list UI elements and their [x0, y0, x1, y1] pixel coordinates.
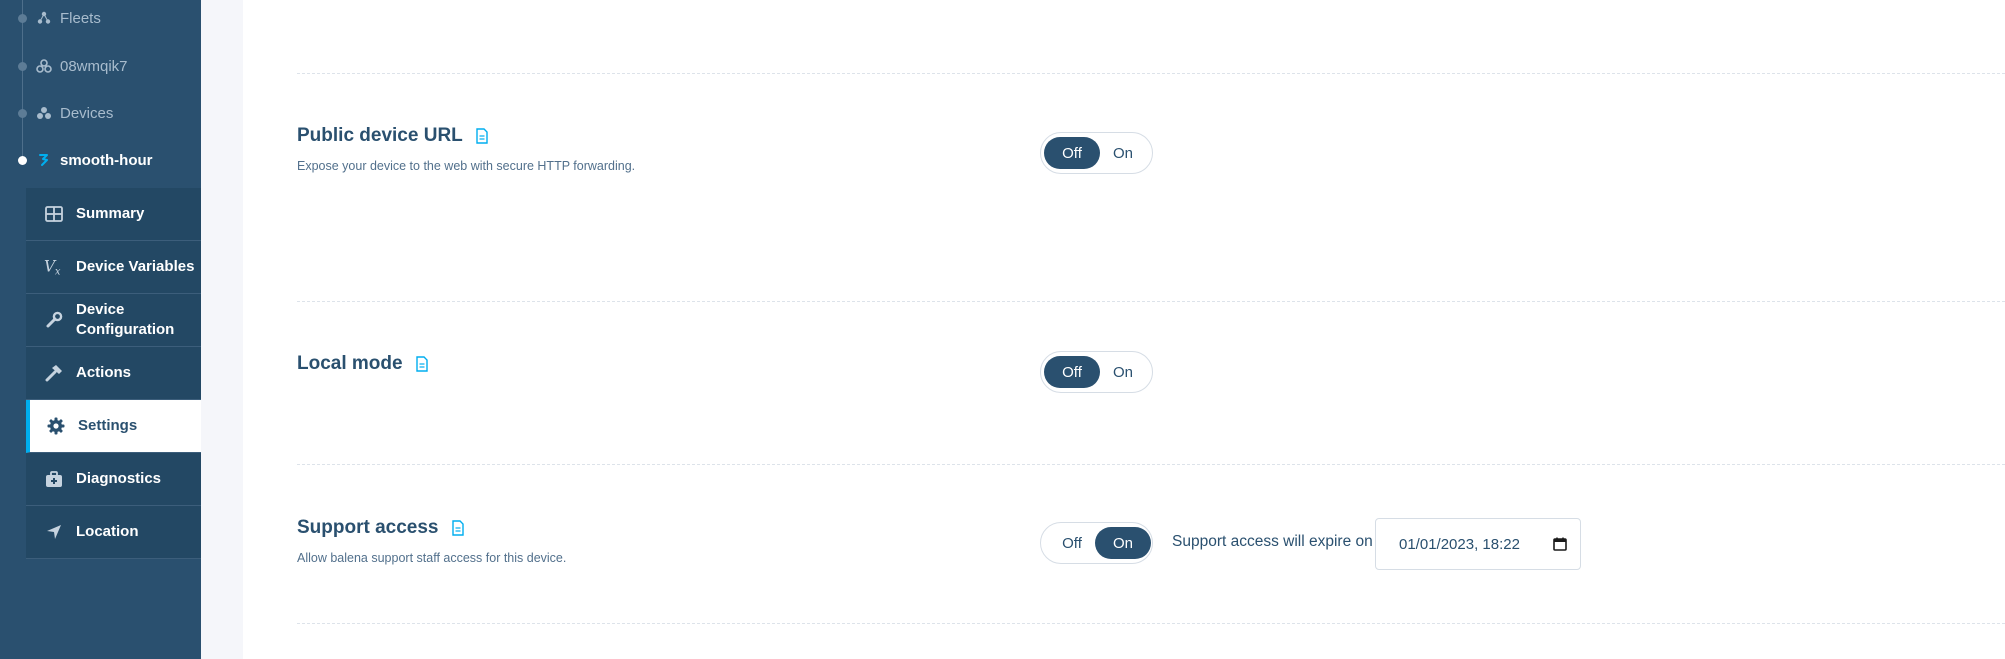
section-divider — [297, 464, 2005, 465]
breadcrumb-label: smooth-hour — [60, 151, 153, 169]
section-divider — [297, 73, 2005, 74]
breadcrumb-dot-active — [18, 155, 27, 165]
hammer-icon — [44, 363, 64, 383]
support-access-toggle[interactable]: Off On — [1040, 522, 1153, 564]
toggle-off-option[interactable]: Off — [1044, 356, 1100, 388]
local-mode-toggle[interactable]: Off On — [1040, 351, 1153, 393]
support-access-description: Allow balena support staff access for th… — [297, 551, 567, 565]
breadcrumb-label: Fleets — [60, 9, 101, 27]
breadcrumb-dot — [18, 108, 27, 118]
nav-item-label: Actions — [76, 364, 132, 381]
sidebar: Fleets 08wmqik7 Devices smooth-hour Summ… — [0, 0, 201, 659]
gear-icon — [46, 416, 66, 436]
nav-item-device-variables[interactable]: Vx Device Variables — [26, 241, 201, 294]
nav-item-actions[interactable]: Actions — [26, 347, 201, 400]
variables-icon: Vx — [44, 257, 64, 277]
calendar-icon[interactable] — [1553, 537, 1567, 551]
svg-text:x: x — [55, 266, 61, 276]
nav-item-settings[interactable]: Settings — [26, 400, 201, 453]
support-access-expire-label: Support access will expire on — [1172, 533, 1373, 550]
nav-item-label: Device Variables — [76, 258, 195, 275]
public-device-url-description: Expose your device to the web with secur… — [297, 159, 636, 173]
raspberry-pi-icon — [36, 152, 52, 168]
wrench-icon — [44, 310, 64, 330]
fleet-icon — [36, 58, 52, 74]
toggle-on-option[interactable]: On — [1095, 527, 1151, 559]
public-device-url-toggle[interactable]: Off On — [1040, 132, 1153, 174]
nav-item-label: Diagnostics — [76, 470, 162, 487]
nav-item-label: Location — [76, 523, 139, 540]
nav-item-label: Settings — [78, 417, 138, 434]
breadcrumb-label: 08wmqik7 — [60, 57, 128, 75]
toggle-on-option[interactable]: On — [1095, 137, 1151, 169]
section-title: Local mode — [297, 353, 403, 374]
toggle-off-option[interactable]: Off — [1044, 527, 1100, 559]
nav-item-summary[interactable]: Summary — [26, 188, 201, 241]
device-nav: Summary Vx Device Variables Device Confi… — [26, 188, 201, 559]
summary-grid-icon — [44, 204, 64, 224]
devices-icon — [36, 105, 52, 121]
section-divider — [297, 301, 2005, 302]
section-title: Support access — [297, 517, 439, 538]
toggle-on-option[interactable]: On — [1095, 356, 1151, 388]
public-device-url-title: Public device URL — [297, 125, 489, 147]
toggle-off-option[interactable]: Off — [1044, 137, 1100, 169]
nav-item-location[interactable]: Location — [26, 506, 201, 559]
documentation-icon[interactable] — [415, 356, 429, 372]
documentation-icon[interactable] — [451, 520, 465, 536]
medkit-icon — [44, 469, 64, 489]
location-arrow-icon — [44, 522, 64, 542]
breadcrumb-dot — [18, 61, 27, 71]
fleets-icon — [36, 10, 52, 26]
nav-item-label: Device Configuration — [76, 301, 175, 338]
support-access-title: Support access — [297, 517, 465, 539]
local-mode-title: Local mode — [297, 353, 429, 375]
breadcrumb-dot — [18, 13, 27, 23]
breadcrumb-label: Devices — [60, 104, 114, 122]
datetime-value: 01/01/2023, 18:22 — [1399, 535, 1520, 553]
section-divider — [297, 623, 2005, 624]
section-title: Public device URL — [297, 125, 463, 146]
documentation-icon[interactable] — [475, 128, 489, 144]
breadcrumb-trail-line — [22, 0, 23, 160]
nav-item-diagnostics[interactable]: Diagnostics — [26, 453, 201, 506]
nav-item-label: Summary — [76, 205, 145, 222]
support-access-expiry-datetime-input[interactable]: 01/01/2023, 18:22 — [1375, 518, 1581, 570]
nav-item-device-configuration[interactable]: Device Configuration — [26, 294, 201, 347]
